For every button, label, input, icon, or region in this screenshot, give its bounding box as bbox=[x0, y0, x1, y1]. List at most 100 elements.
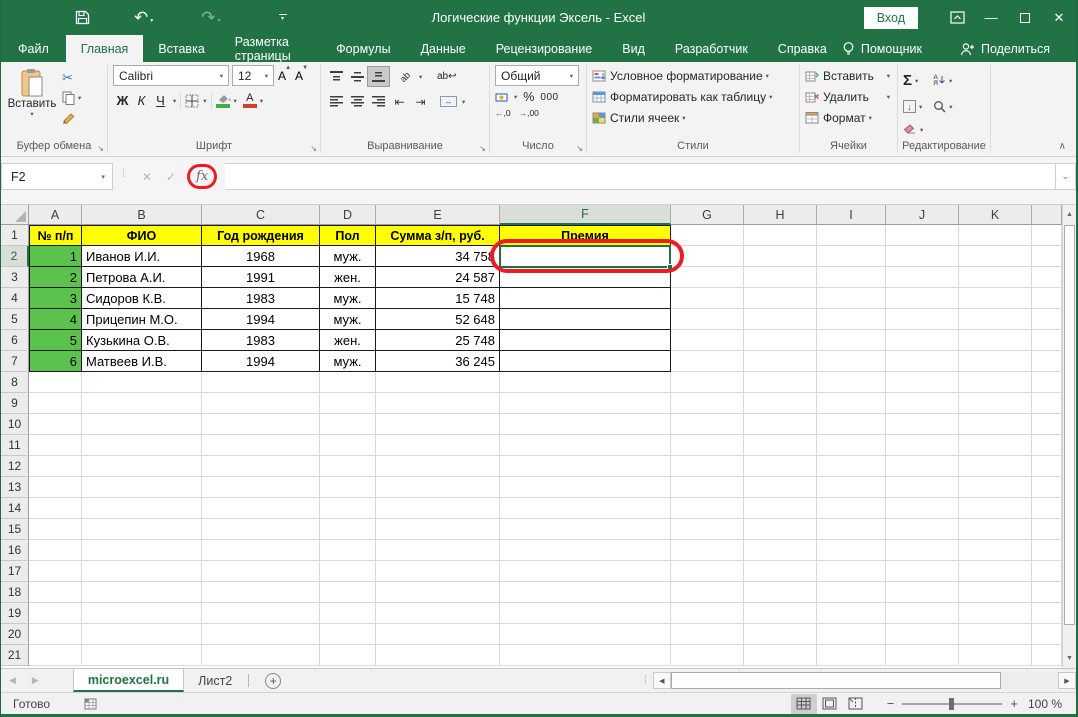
cell-I10[interactable] bbox=[817, 414, 886, 435]
cell-x12[interactable] bbox=[1032, 456, 1062, 477]
cell-G14[interactable] bbox=[671, 498, 744, 519]
column-header-C[interactable]: C bbox=[202, 205, 320, 225]
cell-E14[interactable] bbox=[376, 498, 500, 519]
tabbar-splitter[interactable]: ⁞ bbox=[644, 675, 647, 686]
cell-x19[interactable] bbox=[1032, 603, 1062, 624]
format-cells-button[interactable]: Формат▾ bbox=[805, 108, 894, 127]
column-header-A[interactable]: A bbox=[29, 205, 82, 225]
cell-H2[interactable] bbox=[744, 246, 817, 267]
select-all-button[interactable] bbox=[1, 205, 29, 225]
insert-cells-button[interactable]: Вставить▾ bbox=[805, 66, 894, 85]
cell-K15[interactable] bbox=[959, 519, 1032, 540]
formula-bar-expand-icon[interactable]: ⌄ bbox=[1056, 163, 1076, 190]
decrease-decimal-icon[interactable]: →,00 bbox=[519, 108, 539, 118]
cell-B8[interactable] bbox=[82, 372, 202, 393]
cell-I6[interactable] bbox=[817, 330, 886, 351]
underline-button[interactable]: Ч bbox=[151, 91, 170, 110]
cell-x20[interactable] bbox=[1032, 624, 1062, 645]
scroll-down-icon[interactable]: ▼ bbox=[1063, 649, 1076, 668]
cell-C18[interactable] bbox=[202, 582, 320, 603]
cell-H20[interactable] bbox=[744, 624, 817, 645]
column-header-partial[interactable] bbox=[1032, 205, 1062, 225]
cell-G15[interactable] bbox=[671, 519, 744, 540]
cell-E21[interactable] bbox=[376, 645, 500, 666]
cell-J17[interactable] bbox=[886, 561, 959, 582]
vertical-scrollbar[interactable]: ▲ ▼ bbox=[1062, 205, 1076, 668]
format-painter-icon[interactable] bbox=[62, 110, 81, 126]
cell-C21[interactable] bbox=[202, 645, 320, 666]
insert-function-button[interactable]: fx bbox=[196, 169, 208, 184]
cell-E12[interactable] bbox=[376, 456, 500, 477]
cell-K11[interactable] bbox=[959, 435, 1032, 456]
cell-F14[interactable] bbox=[500, 498, 671, 519]
font-color-icon[interactable]: А bbox=[243, 93, 257, 108]
cell-D5[interactable]: муж. bbox=[320, 309, 376, 330]
cell-C4[interactable]: 1983 bbox=[202, 288, 320, 309]
cell-D3[interactable]: жен. bbox=[320, 267, 376, 288]
cell-A14[interactable] bbox=[29, 498, 82, 519]
cell-K17[interactable] bbox=[959, 561, 1032, 582]
cell-J14[interactable] bbox=[886, 498, 959, 519]
cell-E2[interactable]: 34 758 bbox=[376, 246, 500, 267]
font-size-combo[interactable]: 12▾ bbox=[232, 65, 274, 86]
align-bottom-icon[interactable] bbox=[368, 67, 389, 86]
cell-I1[interactable] bbox=[817, 225, 886, 246]
cell-I15[interactable] bbox=[817, 519, 886, 540]
cell-G5[interactable] bbox=[671, 309, 744, 330]
cell-styles-button[interactable]: Стили ячеек▾ bbox=[592, 108, 796, 127]
cell-A19[interactable] bbox=[29, 603, 82, 624]
cell-J10[interactable] bbox=[886, 414, 959, 435]
cell-I3[interactable] bbox=[817, 267, 886, 288]
borders-icon[interactable]: ▾ bbox=[185, 94, 206, 108]
merge-center-icon[interactable]: ↔ bbox=[438, 92, 459, 111]
bold-button[interactable]: Ж bbox=[113, 91, 132, 110]
cell-B4[interactable]: Сидоров К.В. bbox=[82, 288, 202, 309]
cell-I17[interactable] bbox=[817, 561, 886, 582]
tab-help[interactable]: Справка bbox=[763, 35, 842, 62]
cell-D17[interactable] bbox=[320, 561, 376, 582]
percent-style-button[interactable]: % bbox=[523, 90, 534, 104]
cell-A1[interactable]: № п/п bbox=[29, 225, 82, 246]
assistant-button[interactable]: Помощник bbox=[842, 41, 922, 57]
cell-B7[interactable]: Матвеев И.В. bbox=[82, 351, 202, 372]
formula-input[interactable] bbox=[225, 163, 1056, 190]
cell-E15[interactable] bbox=[376, 519, 500, 540]
zoom-out-icon[interactable]: − bbox=[887, 696, 895, 711]
cell-H17[interactable] bbox=[744, 561, 817, 582]
cell-K19[interactable] bbox=[959, 603, 1032, 624]
cell-K12[interactable] bbox=[959, 456, 1032, 477]
cell-F19[interactable] bbox=[500, 603, 671, 624]
column-header-F[interactable]: F bbox=[500, 205, 671, 225]
column-header-J[interactable]: J bbox=[886, 205, 959, 225]
sort-filter-button[interactable]: АЯ▾ bbox=[933, 75, 952, 87]
cell-D19[interactable] bbox=[320, 603, 376, 624]
cell-E19[interactable] bbox=[376, 603, 500, 624]
cell-B21[interactable] bbox=[82, 645, 202, 666]
cell-C3[interactable]: 1991 bbox=[202, 267, 320, 288]
name-box[interactable]: F2 ▾ bbox=[1, 163, 113, 190]
cell-K6[interactable] bbox=[959, 330, 1032, 351]
fill-button[interactable]: ↓▾ bbox=[903, 100, 923, 113]
row-header-5[interactable]: 5 bbox=[1, 309, 29, 330]
vertical-scroll-thumb[interactable] bbox=[1064, 225, 1075, 625]
autosum-button[interactable]: Σ▾ bbox=[903, 72, 923, 89]
cell-x15[interactable] bbox=[1032, 519, 1062, 540]
cell-A3[interactable]: 2 bbox=[29, 267, 82, 288]
cell-K3[interactable] bbox=[959, 267, 1032, 288]
cell-K4[interactable] bbox=[959, 288, 1032, 309]
cell-G3[interactable] bbox=[671, 267, 744, 288]
cell-D4[interactable]: муж. bbox=[320, 288, 376, 309]
enter-icon[interactable]: ✓ bbox=[159, 170, 183, 184]
column-header-B[interactable]: B bbox=[82, 205, 202, 225]
row-header-9[interactable]: 9 bbox=[1, 393, 29, 414]
paste-dropdown-icon[interactable]: ▾ bbox=[30, 110, 33, 118]
horizontal-scroll-thumb[interactable] bbox=[671, 672, 1001, 689]
cell-A5[interactable]: 4 bbox=[29, 309, 82, 330]
row-header-2[interactable]: 2 bbox=[1, 246, 29, 267]
cell-J4[interactable] bbox=[886, 288, 959, 309]
cell-D7[interactable]: муж. bbox=[320, 351, 376, 372]
cell-H4[interactable] bbox=[744, 288, 817, 309]
clipboard-dialog-launcher-icon[interactable]: ↘ bbox=[97, 145, 104, 153]
align-left-icon[interactable] bbox=[326, 92, 347, 111]
column-header-G[interactable]: G bbox=[671, 205, 744, 225]
